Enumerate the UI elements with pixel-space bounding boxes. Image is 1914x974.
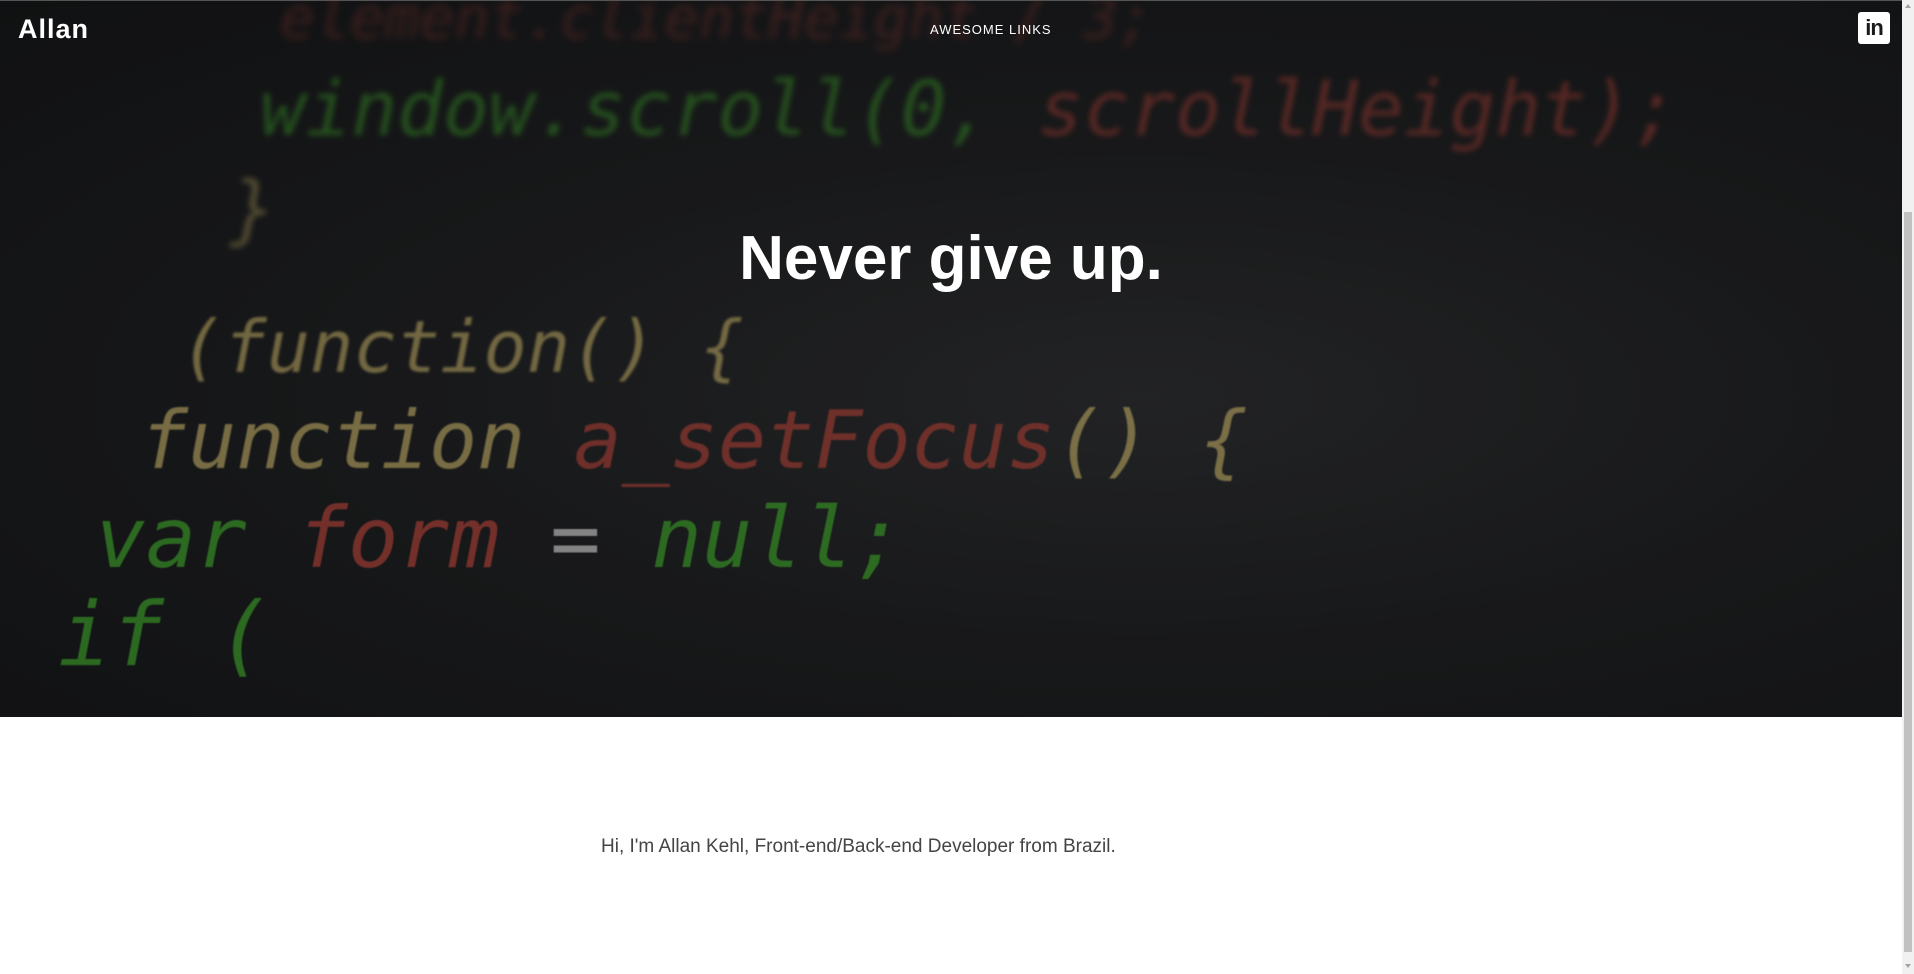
linkedin-icon[interactable]: in [1858,12,1890,44]
scrollbar-thumb[interactable] [1904,212,1912,952]
vertical-scrollbar[interactable] [1902,0,1914,974]
scroll-down-arrow-icon[interactable] [1905,964,1911,968]
scroll-up-arrow-icon[interactable] [1905,4,1911,8]
top-navbar: Allan AWESOME LINKS in [0,0,1902,60]
hero-headline: Never give up. [739,224,1163,293]
linkedin-glyph: in [1865,15,1884,40]
brand-logo-link[interactable]: Allan [18,14,89,45]
page: element.clientHeight / 3; window.scroll(… [0,0,1914,974]
hero-section: element.clientHeight / 3; window.scroll(… [0,0,1902,718]
nav-link-awesome-links[interactable]: AWESOME LINKS [930,22,1052,37]
hero-overlay [0,1,1902,718]
about-text: Hi, I'm Allan Kehl, Front-end/Back-end D… [601,836,1116,857]
about-section: Hi, I'm Allan Kehl, Front-end/Back-end D… [0,717,1902,974]
